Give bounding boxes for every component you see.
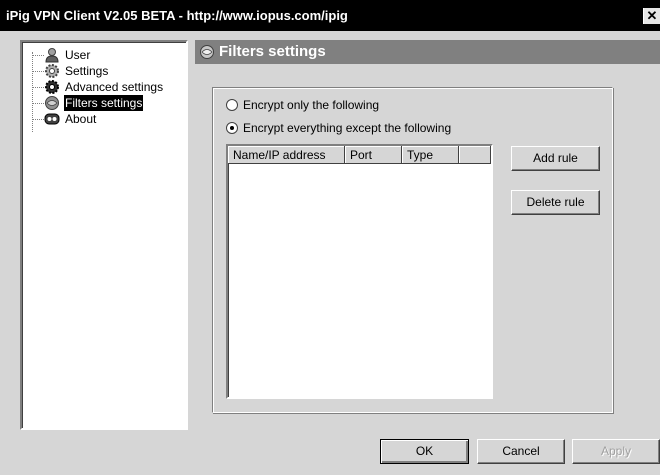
- radio-button-icon[interactable]: [226, 122, 238, 134]
- radio-label: Encrypt everything except the following: [243, 121, 452, 135]
- tree-connector-line: [32, 52, 33, 132]
- radio-button-icon[interactable]: [226, 99, 238, 111]
- filter-icon: [45, 96, 59, 110]
- window-title: iPig VPN Client V2.05 BETA - http://www.…: [6, 8, 348, 23]
- ok-button[interactable]: OK: [380, 439, 469, 464]
- tree-item-label: About: [65, 112, 97, 126]
- panel-title: Filters settings: [219, 43, 326, 60]
- rules-list[interactable]: Name/IP address Port Type: [226, 144, 493, 399]
- settings-window: iPig VPN Client V2.05 BETA - http://www.…: [0, 0, 660, 475]
- radio-label: Encrypt only the following: [243, 98, 380, 112]
- cancel-button[interactable]: Cancel: [477, 439, 565, 464]
- about-icon: [44, 113, 60, 125]
- tree-item-label: Filters settings: [64, 95, 144, 111]
- tree-item-label: User: [65, 48, 91, 62]
- user-icon: [45, 48, 59, 63]
- column-header-port[interactable]: Port: [345, 146, 402, 164]
- add-rule-button[interactable]: Add rule: [511, 146, 600, 171]
- close-button[interactable]: ✕: [643, 8, 660, 24]
- delete-rule-button[interactable]: Delete rule: [511, 190, 600, 215]
- column-header-type[interactable]: Type: [402, 146, 459, 164]
- advanced-gear-icon: [45, 80, 59, 94]
- gear-icon: [45, 64, 59, 78]
- rules-list-header: Name/IP address Port Type: [228, 146, 491, 164]
- settings-tree[interactable]: User Settings Advanced settings Filters …: [20, 40, 188, 430]
- column-header-name-ip[interactable]: Name/IP address: [228, 146, 345, 164]
- tree-item-label: Settings: [65, 64, 109, 78]
- radio-selected-dot: [230, 126, 234, 130]
- panel-header: Filters settings: [195, 40, 660, 64]
- apply-button[interactable]: Apply: [572, 439, 660, 464]
- title-bar[interactable]: iPig VPN Client V2.05 BETA - http://www.…: [0, 0, 660, 31]
- column-header-filler: [459, 146, 491, 164]
- filter-icon: [200, 45, 214, 59]
- tree-item-label: Advanced settings: [65, 80, 164, 94]
